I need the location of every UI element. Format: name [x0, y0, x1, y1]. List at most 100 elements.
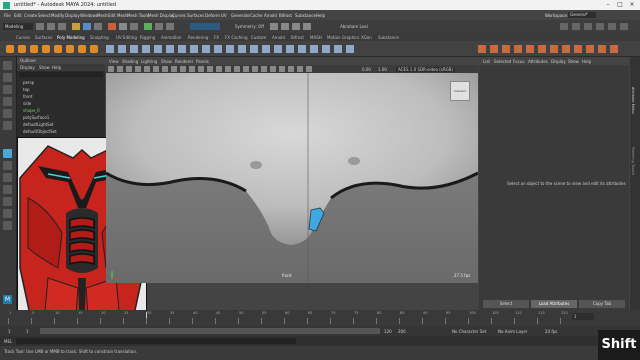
colorspace-dropdown[interactable]: ACES 1.0 SDR-video (sRGB) [396, 67, 456, 72]
minimize-icon[interactable]: – [604, 1, 612, 9]
range-start2-field[interactable]: 1 [26, 329, 29, 334]
outliner-menu-show[interactable]: Show [39, 65, 50, 70]
range-bar[interactable] [40, 328, 380, 334]
load-attributes-button[interactable]: Load Attributes [531, 300, 577, 308]
layout-four-icon[interactable] [3, 161, 12, 170]
signin-user[interactable]: Abraham Leal [340, 24, 368, 29]
panel-toggle-icons[interactable] [380, 21, 630, 32]
rotate-tool-icon[interactable] [3, 109, 12, 118]
paint-select-icon[interactable] [3, 85, 12, 94]
tab-animation[interactable]: Animation [161, 35, 181, 40]
layout-list-icon[interactable] [3, 209, 12, 218]
tab-arnold[interactable]: Arnold [272, 35, 285, 40]
outliner-menu-help[interactable]: Help [52, 65, 61, 70]
select-tool-icon[interactable] [3, 61, 12, 70]
copy-tab-button[interactable]: Copy Tab [579, 300, 625, 308]
tab-uv-editing[interactable]: UV Editing [116, 35, 137, 40]
layout-single-icon[interactable] [3, 149, 12, 158]
mel-label[interactable]: MEL [4, 339, 12, 344]
menu-bifrost[interactable]: Bifrost [279, 13, 292, 18]
selection-mask-field[interactable] [190, 23, 220, 30]
ae-menu-list[interactable]: List [483, 59, 490, 64]
search-icon[interactable] [3, 221, 12, 230]
fps-dropdown[interactable]: 24 fps [545, 329, 557, 334]
viewport-menu-panels[interactable]: Panels [196, 59, 209, 64]
move-tool-icon[interactable] [3, 97, 12, 106]
lasso-tool-icon[interactable] [3, 73, 12, 82]
close-icon[interactable]: × [628, 1, 636, 9]
time-slider[interactable]: 1 5 10 15 20 25 30 35 40 45 50 55 60 65 70 75 80 85 90 95 10… [0, 310, 640, 326]
maximize-icon[interactable]: □ [616, 1, 624, 9]
menu-windows[interactable]: Windows [80, 13, 98, 18]
status-line-icons[interactable] [36, 21, 186, 32]
menu-substance[interactable]: Substance [295, 13, 316, 18]
tab-substance[interactable]: Substance [378, 35, 399, 40]
exposure-value[interactable]: 0.00 [362, 67, 371, 72]
tab-rigging[interactable]: Rigging [140, 35, 155, 40]
viewport-menu-show[interactable]: Show [161, 59, 172, 64]
menu-help[interactable]: Help [316, 13, 325, 18]
tab-curves[interactable]: Curves [16, 35, 30, 40]
outliner-item[interactable]: persp [23, 80, 34, 85]
ae-menu-focus[interactable]: Focus [513, 59, 524, 64]
menu-mesh-display[interactable]: Mesh Display [148, 13, 175, 18]
scale-tool-icon[interactable] [3, 121, 12, 130]
gamma-value[interactable]: 1.00 [378, 67, 387, 72]
outliner-item[interactable]: polySurface1 [23, 115, 49, 120]
anim-layer-dropdown[interactable]: No Anim Layer [498, 329, 527, 334]
outliner-menu-display[interactable]: Display [20, 65, 35, 70]
tab-rendering[interactable]: Rendering [188, 35, 208, 40]
menu-create[interactable]: Create [24, 13, 37, 18]
tab-xgen[interactable]: XGen [361, 35, 372, 40]
viewport-menu-renderer[interactable]: Renderer [175, 59, 193, 64]
ae-menu-show[interactable]: Show [568, 59, 579, 64]
outliner-item[interactable]: defaultLightSet [23, 122, 54, 127]
character-set-dropdown[interactable]: No Character Set [452, 329, 486, 334]
viewport-menu-shading[interactable]: Shading [122, 59, 138, 64]
outliner-search-input[interactable] [19, 72, 103, 77]
outliner-item[interactable]: shape_R [23, 108, 40, 113]
tab-modeling-toolkit[interactable]: Modeling Toolkit [631, 147, 635, 175]
menu-display[interactable]: Display [65, 13, 80, 18]
viewport-tool-icons[interactable] [108, 66, 358, 73]
range-end-field[interactable]: 120 [384, 329, 392, 334]
layout-outliner-icon[interactable] [3, 185, 12, 194]
menu-curves[interactable]: Curves [172, 13, 186, 18]
tab-custom[interactable]: Custom [251, 35, 266, 40]
outliner-item[interactable]: top [23, 87, 30, 92]
layout-two-icon[interactable] [3, 173, 12, 182]
menu-deform[interactable]: Deform [205, 13, 220, 18]
tab-bifrost[interactable]: Bifrost [291, 35, 304, 40]
menu-edit[interactable]: Edit [14, 13, 22, 18]
outliner-item[interactable]: defaultObjectSet [23, 129, 57, 134]
ae-menu-attributes[interactable]: Attributes [528, 59, 548, 64]
menu-generate[interactable]: Generate [231, 13, 250, 18]
range-start-field[interactable]: 1 [8, 329, 11, 334]
ae-menu-display[interactable]: Display [551, 59, 566, 64]
menu-select[interactable]: Select [38, 13, 50, 18]
menu-mesh[interactable]: Mesh [97, 13, 108, 18]
menu-edit-mesh[interactable]: Edit Mesh [108, 13, 128, 18]
mode-dropdown[interactable]: Modeling [3, 23, 33, 30]
menu-surfaces[interactable]: Surfaces [187, 13, 204, 18]
shelf-tool-icons[interactable] [6, 43, 426, 55]
tab-surfaces[interactable]: Surfaces [35, 35, 52, 40]
tab-fx-caching[interactable]: FX Caching [225, 35, 247, 40]
view-cube[interactable]: Interact [450, 81, 470, 101]
tab-attribute-editor[interactable]: Attribute Editor [631, 87, 635, 114]
tab-mash[interactable]: MASH [310, 35, 322, 40]
ae-select-button[interactable]: Select [483, 300, 529, 308]
symmetry-status[interactable]: Symmetry: Off [235, 24, 264, 29]
menu-cache[interactable]: Cache [250, 13, 262, 18]
range-end2-field[interactable]: 200 [398, 329, 406, 334]
viewport-menu-lighting[interactable]: Lighting [141, 59, 157, 64]
viewport-menu-view[interactable]: View [109, 59, 119, 64]
menu-uv[interactable]: UV [221, 13, 227, 18]
menu-file[interactable]: File [4, 13, 11, 18]
tab-sculpting[interactable]: Sculpting [90, 35, 109, 40]
current-frame-field[interactable]: 1 [572, 313, 594, 320]
ae-menu-help[interactable]: Help [582, 59, 591, 64]
menu-arnold[interactable]: Arnold [264, 13, 277, 18]
workspace-dropdown[interactable]: General* [568, 12, 596, 18]
command-input[interactable] [16, 338, 296, 344]
